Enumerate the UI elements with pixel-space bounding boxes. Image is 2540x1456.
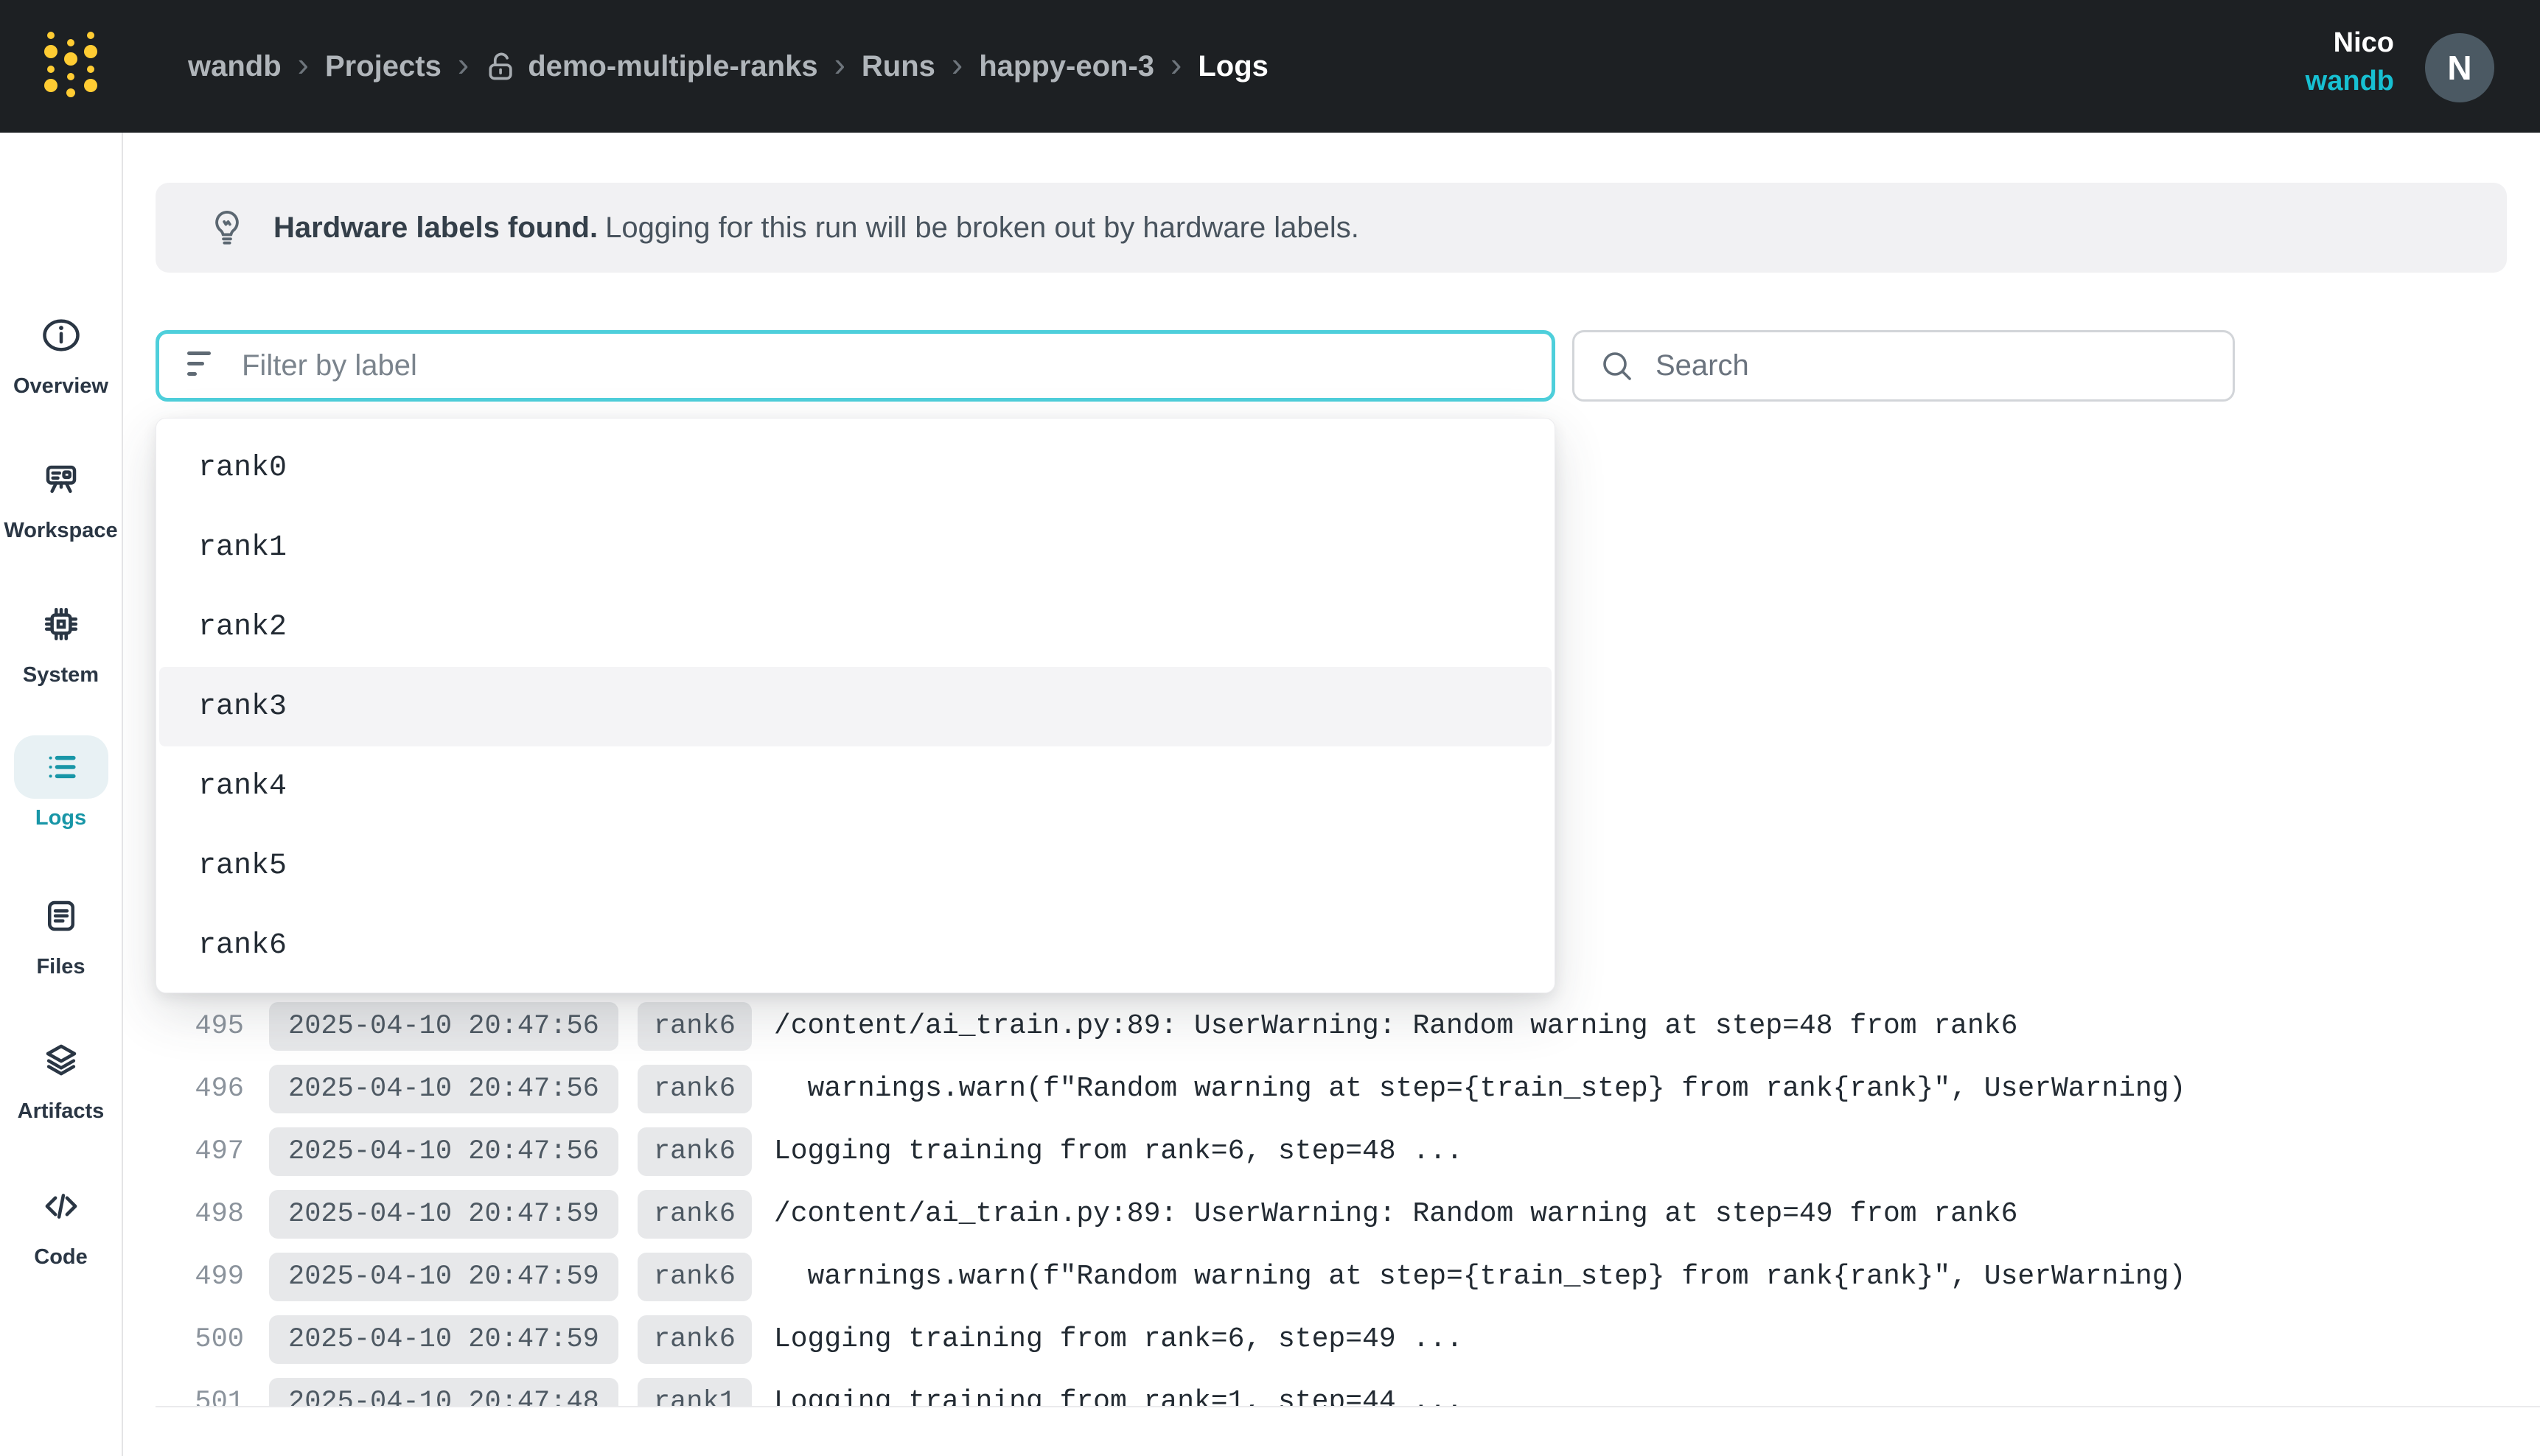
log-label-badge: rank6 [638, 1127, 752, 1176]
log-label-badge: rank1 [638, 1378, 752, 1407]
dropdown-option-rank4[interactable]: rank4 [156, 746, 1555, 826]
user-team: wandb [2306, 62, 2394, 100]
filter-by-label-box [156, 330, 1555, 402]
breadcrumb-current-logs: Logs [1198, 50, 1269, 83]
log-line-number: 495 [156, 1011, 244, 1042]
breadcrumb-project[interactable]: demo-multiple-ranks [485, 50, 817, 83]
log-label-badge: rank6 [638, 1190, 752, 1239]
sidebar: Overview Workspace System [0, 133, 123, 1456]
banner-title: Hardware labels found. [273, 211, 598, 244]
sidebar-label: System [23, 663, 99, 687]
lock-open-icon [485, 50, 517, 83]
log-message: /content/ai_train.py:89: UserWarning: Ra… [774, 1198, 2017, 1230]
breadcrumb-separator: › [298, 47, 309, 81]
log-row: 499 2025-04-10 20:47:59 rank6 warnings.w… [156, 1245, 2540, 1308]
wandb-logo-icon[interactable] [43, 27, 99, 108]
log-row: 496 2025-04-10 20:47:56 rank6 warnings.w… [156, 1057, 2540, 1120]
user-name: Nico [2334, 24, 2394, 62]
log-message: Logging training from rank=6, step=48 ..… [774, 1135, 1463, 1167]
sidebar-item-overview[interactable]: Overview [0, 304, 122, 399]
log-search-input[interactable] [1574, 332, 2233, 399]
log-row: 501 2025-04-10 20:47:48 rank1 Logging tr… [156, 1371, 2540, 1406]
breadcrumb-separator: › [1170, 47, 1182, 81]
breadcrumb: wandb › Projects › demo-multiple-ranks ›… [188, 0, 1269, 133]
dropdown-option-rank3[interactable]: rank3 [159, 667, 1552, 746]
breadcrumb-run-name[interactable]: happy-eon-3 [979, 50, 1154, 83]
log-message: warnings.warn(f"Random warning at step={… [774, 1073, 2186, 1105]
log-line-number: 498 [156, 1199, 244, 1230]
log-label-badge: rank6 [638, 1065, 752, 1113]
sidebar-item-code[interactable]: Code [0, 1175, 122, 1270]
avatar[interactable]: N [2425, 33, 2494, 102]
list-icon [14, 735, 108, 799]
log-line-number: 496 [156, 1074, 244, 1105]
workspace-icon [14, 448, 108, 511]
filter-by-label-input[interactable] [159, 334, 1552, 398]
log-timestamp: 2025-04-10 20:47:48 [269, 1378, 618, 1407]
log-message: /content/ai_train.py:89: UserWarning: Ra… [774, 1010, 2017, 1042]
sidebar-label: Workspace [4, 519, 117, 543]
banner-text: Hardware labels found.Logging for this r… [273, 211, 1359, 245]
log-label-badge: rank6 [638, 1253, 752, 1301]
sidebar-item-files[interactable]: Files [0, 884, 122, 979]
log-row: 495 2025-04-10 20:47:56 rank6 /content/a… [156, 995, 2540, 1057]
log-timestamp: 2025-04-10 20:47:59 [269, 1190, 618, 1239]
code-icon [14, 1175, 108, 1238]
sidebar-item-system[interactable]: System [0, 592, 122, 687]
file-icon [14, 884, 108, 948]
log-timestamp: 2025-04-10 20:47:59 [269, 1253, 618, 1301]
log-message: Logging training from rank=1, step=44 ..… [774, 1386, 1463, 1406]
breadcrumb-separator: › [834, 47, 845, 81]
log-row: 497 2025-04-10 20:47:56 rank6 Logging tr… [156, 1120, 2540, 1183]
info-icon [14, 304, 108, 367]
dropdown-option-rank0[interactable]: rank0 [156, 428, 1555, 508]
topbar: wandb › Projects › demo-multiple-ranks ›… [0, 0, 2540, 133]
log-timestamp: 2025-04-10 20:47:56 [269, 1127, 618, 1176]
breadcrumb-runs[interactable]: Runs [862, 50, 935, 83]
hardware-labels-banner: Hardware labels found.Logging for this r… [156, 183, 2507, 273]
layers-icon [14, 1029, 108, 1092]
sidebar-label: Files [36, 955, 85, 979]
chip-icon [14, 592, 108, 656]
dropdown-option-rank6[interactable]: rank6 [156, 906, 1555, 985]
log-timestamp: 2025-04-10 20:47:56 [269, 1065, 618, 1113]
log-row: 500 2025-04-10 20:47:59 rank6 Logging tr… [156, 1308, 2540, 1371]
log-timestamp: 2025-04-10 20:47:59 [269, 1315, 618, 1364]
breadcrumb-project-label: demo-multiple-ranks [528, 50, 817, 83]
log-message: warnings.warn(f"Random warning at step={… [774, 1261, 2186, 1292]
sidebar-item-logs[interactable]: Logs [0, 735, 122, 830]
breadcrumb-projects[interactable]: Projects [325, 50, 442, 83]
label-dropdown: rank0 rank1 rank2 rank3 rank4 rank5 rank… [156, 418, 1555, 993]
user-menu[interactable]: Nico wandb [2306, 24, 2394, 100]
breadcrumb-separator: › [458, 47, 469, 81]
dropdown-option-rank5[interactable]: rank5 [156, 826, 1555, 906]
log-line-number: 497 [156, 1136, 244, 1167]
sidebar-item-workspace[interactable]: Workspace [0, 448, 122, 543]
sidebar-label: Code [34, 1245, 88, 1270]
sidebar-label: Overview [13, 374, 108, 399]
log-line-number: 499 [156, 1261, 244, 1292]
dropdown-option-rank1[interactable]: rank1 [156, 508, 1555, 587]
log-label-badge: rank6 [638, 1002, 752, 1051]
log-line-number: 501 [156, 1387, 244, 1407]
lightbulb-icon [207, 208, 247, 248]
log-row: 498 2025-04-10 20:47:59 rank6 /content/a… [156, 1183, 2540, 1245]
sidebar-label: Artifacts [18, 1099, 105, 1124]
log-panel-bottom-border [156, 1406, 2540, 1407]
log-message: Logging training from rank=6, step=49 ..… [774, 1323, 1463, 1355]
log-line-number: 500 [156, 1324, 244, 1355]
dropdown-option-rank2[interactable]: rank2 [156, 587, 1555, 667]
log-timestamp: 2025-04-10 20:47:56 [269, 1002, 618, 1051]
sidebar-label: Logs [35, 806, 86, 830]
log-list[interactable]: 495 2025-04-10 20:47:56 rank6 /content/a… [156, 995, 2540, 1406]
breadcrumb-entity[interactable]: wandb [188, 50, 282, 83]
log-search-box [1572, 330, 2235, 402]
breadcrumb-separator: › [952, 47, 963, 81]
log-label-badge: rank6 [638, 1315, 752, 1364]
sidebar-item-artifacts[interactable]: Artifacts [0, 1029, 122, 1124]
banner-message: Logging for this run will be broken out … [605, 211, 1359, 244]
